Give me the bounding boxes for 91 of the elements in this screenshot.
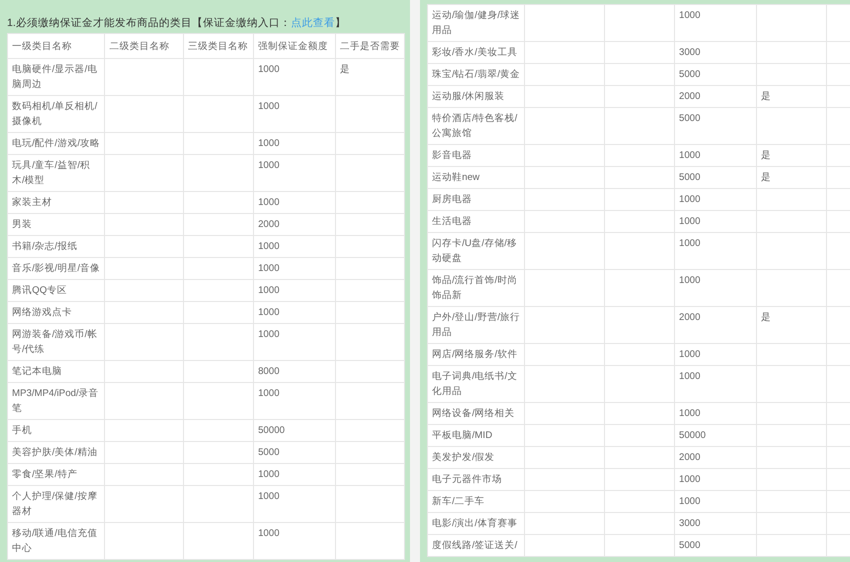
table-cell: 5000 bbox=[254, 442, 336, 464]
table-cell: 1000 bbox=[254, 324, 336, 360]
column-header: 三级类目名称 bbox=[184, 34, 254, 58]
column-header: 二级类目名称 bbox=[104, 34, 184, 58]
table-cell: 1000 bbox=[254, 58, 336, 96]
table-cell: 1000 bbox=[254, 302, 336, 324]
table-cell: 厨房电器 bbox=[428, 188, 524, 210]
table-cell: 移动/联通/电信充值中心 bbox=[8, 522, 105, 560]
table-cell: 美容护肤/美体/精油 bbox=[8, 442, 105, 464]
table-cell: 1000 bbox=[674, 270, 756, 306]
table-cell: 1000 bbox=[674, 366, 756, 402]
table-cell: 闪存卡/U盘/存储/移动硬盘 bbox=[428, 232, 524, 270]
table-cell: 1000 bbox=[674, 468, 756, 490]
section-heading: 1.必须缴纳保证金才能发布商品的类目【保证金缴纳入口： bbox=[7, 17, 291, 29]
table-cell: 1000 bbox=[674, 490, 756, 512]
table-cell: 1000 bbox=[674, 188, 756, 210]
table-cell: 2000 bbox=[674, 306, 756, 344]
table-cell: 玩具/童车/益智/积木/模型 bbox=[8, 154, 105, 192]
table-cell: 2000 bbox=[674, 86, 756, 108]
table-cell: 1000 bbox=[674, 4, 756, 42]
table-cell: 网店/网络服务/软件 bbox=[428, 344, 524, 366]
table-cell: 1000 bbox=[254, 132, 336, 154]
table-cell: 特价酒店/特色客栈/公寓旅馆 bbox=[428, 108, 524, 144]
table-cell: 1000 bbox=[254, 236, 336, 258]
table-cell: 是 bbox=[756, 86, 826, 108]
table-cell: 电子元器件市场 bbox=[428, 468, 524, 490]
table-cell: 男装 bbox=[8, 214, 105, 236]
table-cell: 1000 bbox=[254, 382, 336, 420]
table-cell: 1000 bbox=[254, 486, 336, 522]
table-cell: 腾讯QQ专区 bbox=[8, 280, 105, 302]
table-cell: 运动/瑜伽/健身/球迷用品 bbox=[428, 4, 524, 42]
table-cell: 电子词典/电纸书/文化用品 bbox=[428, 366, 524, 402]
table-cell: 1000 bbox=[674, 144, 756, 166]
table-cell: 网游装备/游戏币/帐号/代练 bbox=[8, 324, 105, 360]
column-header: 强制保证金额度 bbox=[254, 34, 336, 58]
table-cell: 零食/坚果/特产 bbox=[8, 464, 105, 486]
table-cell: 1000 bbox=[254, 464, 336, 486]
view-link[interactable]: 点此查看 bbox=[290, 17, 335, 29]
table-cell: 美发护发/假发 bbox=[428, 446, 524, 468]
table-cell: MP3/MP4/iPod/录音笔 bbox=[8, 382, 105, 420]
table-cell: 是 bbox=[756, 306, 826, 344]
table-cell: 度假线路/签证送关/ bbox=[428, 534, 524, 556]
table-cell: 是 bbox=[335, 58, 404, 96]
table-cell: 2000 bbox=[254, 214, 336, 236]
bracket-text: 】 bbox=[334, 17, 346, 29]
table-cell: 音乐/影视/明星/音像 bbox=[8, 258, 105, 280]
table-cell: 家装主材 bbox=[8, 192, 105, 214]
table-cell: 3000 bbox=[674, 42, 756, 64]
table-cell: 电影/演出/体育赛事 bbox=[428, 512, 524, 534]
table-cell: 5000 bbox=[674, 534, 756, 556]
table-cell: 电脑硬件/显示器/电脑周边 bbox=[8, 58, 105, 96]
table-cell: 1000 bbox=[674, 232, 756, 270]
table-cell: 生活电器 bbox=[428, 210, 524, 232]
table-cell: 网络游戏点卡 bbox=[8, 302, 105, 324]
column-header: 二手是否需要 bbox=[335, 34, 404, 58]
table-cell: 新车/二手车 bbox=[428, 490, 524, 512]
table-cell: 5000 bbox=[674, 64, 756, 86]
table-cell: 个人护理/保健/按摩器材 bbox=[8, 486, 105, 522]
table-cell: 书籍/杂志/报纸 bbox=[8, 236, 105, 258]
table-cell: 户外/登山/野营/旅行用品 bbox=[428, 306, 524, 344]
table-cell: 2000 bbox=[674, 446, 756, 468]
table-cell: 1000 bbox=[254, 192, 336, 214]
table-cell: 电玩/配件/游戏/攻略 bbox=[8, 132, 105, 154]
table-cell: 珠宝/钻石/翡翠/黄金 bbox=[428, 64, 524, 86]
table-cell: 1000 bbox=[674, 402, 756, 424]
table-cell: 影音电器 bbox=[428, 144, 524, 166]
table-cell: 笔记本电脑 bbox=[8, 360, 105, 382]
table-cell: 是 bbox=[756, 166, 826, 188]
table-cell: 50000 bbox=[674, 424, 756, 446]
table-cell: 8000 bbox=[254, 360, 336, 382]
table-cell: 1000 bbox=[254, 522, 336, 560]
column-header: 一级类目名称 bbox=[8, 34, 105, 58]
table-cell: 1000 bbox=[254, 96, 336, 132]
table-cell: 1000 bbox=[674, 210, 756, 232]
table-cell: 彩妆/香水/美妆工具 bbox=[428, 42, 524, 64]
table-cell: 数码相机/单反相机/摄像机 bbox=[8, 96, 105, 132]
table-cell: 1000 bbox=[674, 344, 756, 366]
table-cell: 5000 bbox=[674, 166, 756, 188]
table-cell: 运动鞋new bbox=[428, 166, 524, 188]
table-cell: 饰品/流行首饰/时尚饰品新 bbox=[428, 270, 524, 306]
table-cell: 50000 bbox=[254, 420, 336, 442]
table-cell: 3000 bbox=[674, 512, 756, 534]
table-cell: 5000 bbox=[674, 108, 756, 144]
table-cell: 手机 bbox=[8, 420, 105, 442]
table-cell: 是 bbox=[756, 144, 826, 166]
table-cell: 运动服/休闲服装 bbox=[428, 86, 524, 108]
table-cell: 1000 bbox=[254, 154, 336, 192]
table-cell: 平板电脑/MID bbox=[428, 424, 524, 446]
table-cell: 1000 bbox=[254, 280, 336, 302]
table-cell: 网络设备/网络相关 bbox=[428, 402, 524, 424]
table-cell: 1000 bbox=[254, 258, 336, 280]
